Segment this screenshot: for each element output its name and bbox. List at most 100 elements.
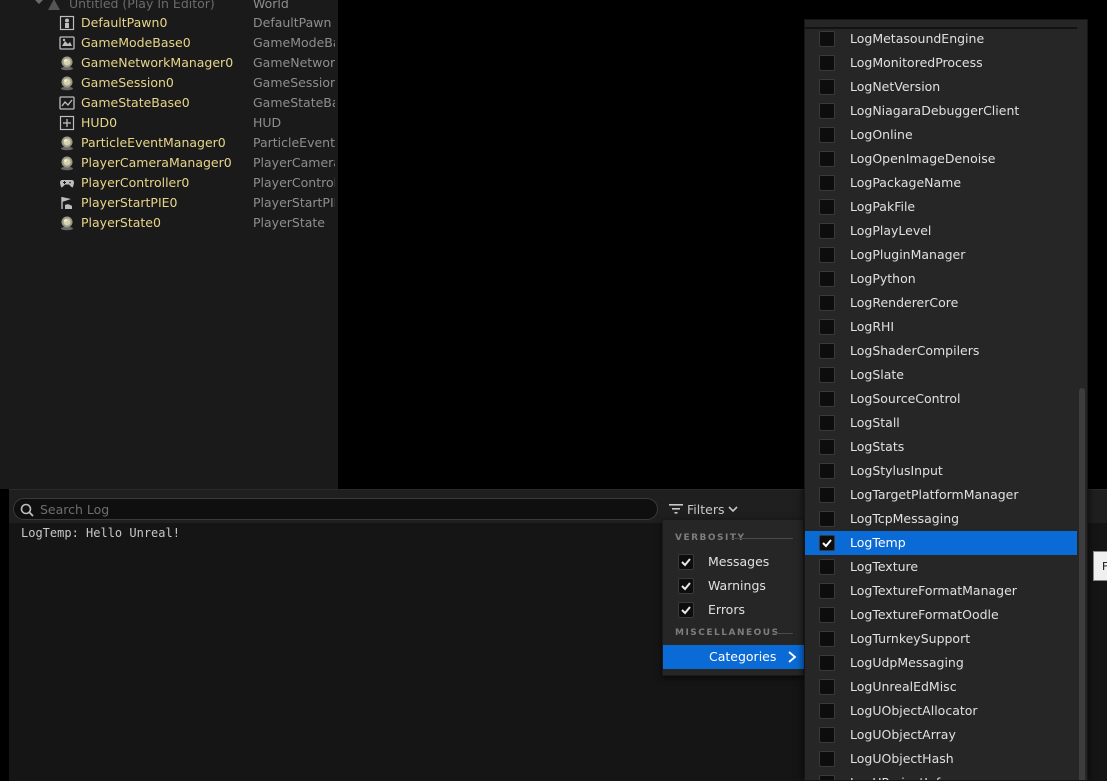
category-item[interactable]: LogTcpMessaging (805, 507, 1077, 531)
category-item[interactable]: LogTemp (805, 531, 1077, 555)
category-item[interactable]: LogOpenImageDenoise (805, 147, 1077, 171)
outliner-row[interactable]: PlayerCameraManager0 PlayerCamera (0, 153, 338, 173)
checkbox[interactable] (819, 199, 835, 215)
checkbox[interactable] (678, 602, 694, 618)
section-divider (731, 538, 793, 539)
categories-menu-item[interactable]: Categories (663, 645, 805, 669)
outliner-row[interactable]: PlayerStartPIE0 PlayerStartPIE (0, 193, 338, 213)
category-item[interactable]: LogUObjectHash (805, 747, 1077, 771)
checkbox[interactable] (819, 583, 835, 599)
checkbox[interactable] (819, 511, 835, 527)
checkbox[interactable] (819, 343, 835, 359)
checkbox[interactable] (819, 439, 835, 455)
checkbox[interactable] (819, 151, 835, 167)
category-item[interactable]: LogUdpMessaging (805, 651, 1077, 675)
outliner-row[interactable]: GameStateBase0 GameStateBa (0, 93, 338, 113)
outliner-row[interactable]: DefaultPawn0 DefaultPawn (0, 13, 338, 33)
checkbox[interactable] (819, 415, 835, 431)
checkbox[interactable] (819, 679, 835, 695)
checkbox[interactable] (819, 487, 835, 503)
checkbox[interactable] (819, 535, 835, 551)
category-item[interactable]: LogOnline (805, 123, 1077, 147)
category-label: LogUObjectHash (850, 751, 954, 766)
category-item[interactable]: LogRHI (805, 315, 1077, 339)
outliner-item-type: ParticleEventM (253, 135, 335, 150)
outliner-row[interactable]: GameNetworkManager0 GameNetwork (0, 53, 338, 73)
category-item[interactable]: LogTextureFormatOodle (805, 603, 1077, 627)
filters-button[interactable]: Filters (665, 498, 742, 520)
category-label: LogStall (850, 415, 900, 430)
category-item[interactable]: LogUObjectAllocator (805, 699, 1077, 723)
checkbox[interactable] (819, 319, 835, 335)
search-log-input[interactable] (40, 500, 640, 518)
verbosity-warnings-item[interactable]: Warnings (663, 575, 803, 597)
checkbox[interactable] (819, 31, 835, 47)
outliner-row[interactable]: PlayerState0 PlayerState (0, 213, 338, 233)
checkbox[interactable] (819, 103, 835, 119)
outliner-item-name: ParticleEventManager0 (81, 135, 226, 150)
scrollbar-thumb[interactable] (1079, 388, 1085, 780)
outliner-row[interactable]: GameSession0 GameSession (0, 73, 338, 93)
outliner-row[interactable]: PlayerController0 PlayerControll (0, 173, 338, 193)
checkbox[interactable] (819, 247, 835, 263)
checkbox[interactable] (819, 55, 835, 71)
section-divider (773, 633, 793, 634)
check-icon (681, 582, 691, 591)
category-item[interactable]: LogTextureFormatManager (805, 579, 1077, 603)
category-item[interactable]: LogMonitoredProcess (805, 51, 1077, 75)
menu-item-label: Warnings (708, 578, 766, 593)
checkbox[interactable] (819, 367, 835, 383)
checkbox[interactable] (819, 751, 835, 767)
outliner-row[interactable]: HUD0 HUD (0, 113, 338, 133)
checkbox[interactable] (819, 463, 835, 479)
category-item[interactable]: LogPython (805, 267, 1077, 291)
category-item[interactable]: LogUProjectInfo (805, 771, 1077, 780)
verbosity-messages-item[interactable]: Messages (663, 551, 803, 573)
outliner-item-type: GameNetwork (253, 55, 335, 70)
category-item[interactable]: LogPackageName (805, 171, 1077, 195)
category-item[interactable]: LogStall (805, 411, 1077, 435)
checkbox[interactable] (819, 295, 835, 311)
checkbox[interactable] (819, 703, 835, 719)
checkbox[interactable] (819, 391, 835, 407)
chevron-down-icon (728, 506, 739, 513)
category-item[interactable]: LogPluginManager (805, 243, 1077, 267)
category-item[interactable]: LogSourceControl (805, 387, 1077, 411)
checkbox[interactable] (819, 175, 835, 191)
checkbox[interactable] (819, 655, 835, 671)
category-item[interactable]: LogSlate (805, 363, 1077, 387)
verbosity-errors-item[interactable]: Errors (663, 599, 803, 621)
checkbox[interactable] (819, 727, 835, 743)
category-item[interactable]: LogTargetPlatformManager (805, 483, 1077, 507)
filters-label: Filters (687, 501, 725, 517)
category-item[interactable]: LogNetVersion (805, 75, 1077, 99)
category-item[interactable]: LogRendererCore (805, 291, 1077, 315)
checkbox[interactable] (819, 775, 835, 780)
checkbox[interactable] (819, 127, 835, 143)
checkbox[interactable] (819, 79, 835, 95)
chevron-down-icon[interactable] (34, 0, 44, 7)
category-item[interactable]: LogStylusInput (805, 459, 1077, 483)
category-label: LogStats (850, 439, 905, 454)
category-item[interactable]: LogShaderCompilers (805, 339, 1077, 363)
category-item[interactable]: LogTexture (805, 555, 1077, 579)
category-item[interactable]: LogPlayLevel (805, 219, 1077, 243)
filter-icon (669, 504, 683, 514)
category-item[interactable]: LogNiagaraDebuggerClient (805, 99, 1077, 123)
category-item[interactable]: LogUnrealEdMisc (805, 675, 1077, 699)
category-item[interactable]: LogUObjectArray (805, 723, 1077, 747)
category-item[interactable]: LogStats (805, 435, 1077, 459)
checkbox[interactable] (819, 559, 835, 575)
category-item[interactable]: LogTurnkeySupport (805, 627, 1077, 651)
outliner-row[interactable]: GameModeBase0 GameModeBa (0, 33, 338, 53)
checkbox[interactable] (819, 607, 835, 623)
checkbox[interactable] (819, 271, 835, 287)
scrollbar[interactable] (1079, 30, 1085, 780)
category-item[interactable]: LogMetasoundEngine (805, 27, 1077, 51)
checkbox[interactable] (678, 578, 694, 594)
checkbox[interactable] (819, 631, 835, 647)
category-item[interactable]: LogPakFile (805, 195, 1077, 219)
outliner-row[interactable]: ParticleEventManager0 ParticleEventM (0, 133, 338, 153)
checkbox[interactable] (678, 554, 694, 570)
checkbox[interactable] (819, 223, 835, 239)
